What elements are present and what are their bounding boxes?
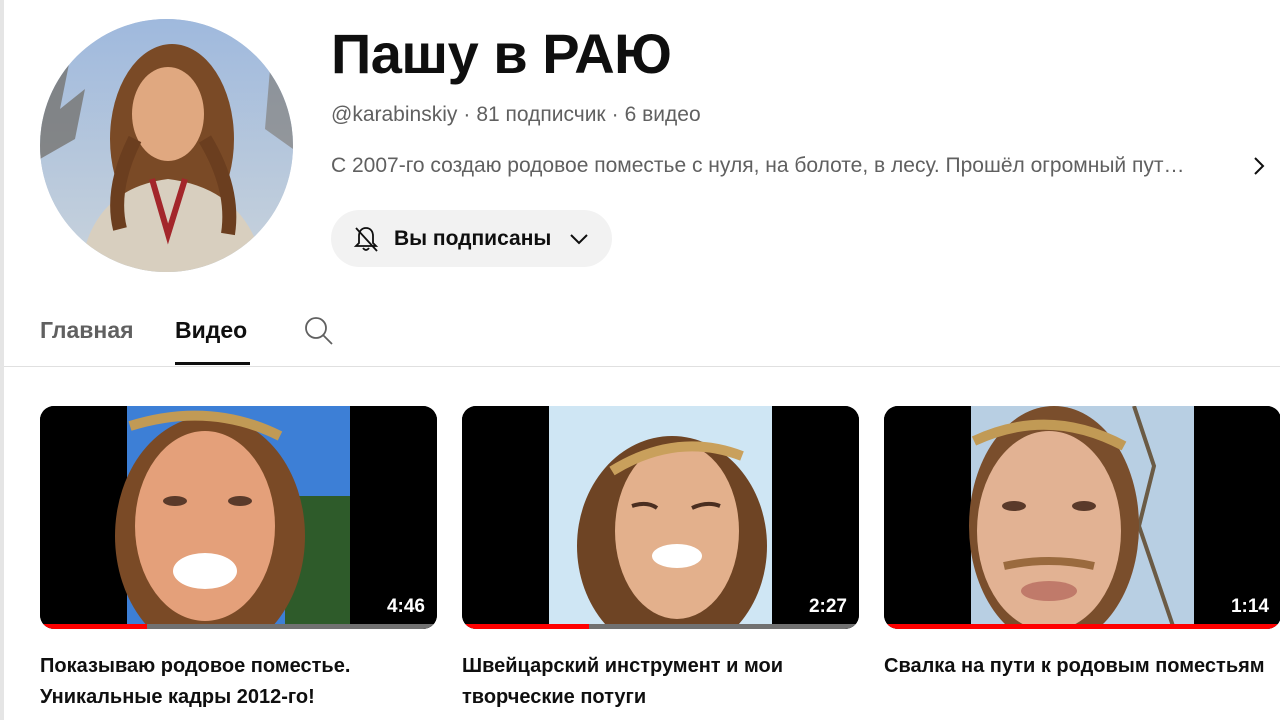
meta-separator: ·: [611, 103, 619, 126]
page-edge: [0, 0, 4, 720]
video-card[interactable]: 4:46 Показываю родовое поместье. Уникаль…: [40, 406, 437, 713]
video-count: 6 видео: [624, 103, 701, 126]
video-title[interactable]: Швейцарский инструмент и мои творческие …: [462, 651, 859, 713]
watch-progress-fill: [462, 624, 590, 629]
tab-videos[interactable]: Видео: [175, 314, 247, 346]
watch-progress-fill: [40, 624, 148, 629]
video-thumbnail[interactable]: 4:46: [40, 406, 437, 629]
bell-off-icon: [353, 226, 379, 252]
subscribed-label: Вы подписаны: [394, 226, 552, 250]
video-card[interactable]: 1:14 Свалка на пути к родовым поместьям: [884, 406, 1280, 682]
tabs-divider: [4, 366, 1280, 367]
avatar-image: [40, 19, 293, 272]
tab-home[interactable]: Главная: [40, 314, 134, 346]
channel-avatar[interactable]: [40, 19, 293, 272]
video-thumbnail[interactable]: 2:27: [462, 406, 859, 629]
meta-separator: ·: [463, 103, 471, 126]
chevron-down-icon: [570, 233, 589, 244]
video-thumbnail[interactable]: 1:14: [884, 406, 1280, 629]
channel-title: Пашу в РАЮ: [331, 22, 672, 85]
chevron-right-icon[interactable]: [1246, 153, 1272, 179]
video-duration: 1:14: [1230, 596, 1269, 617]
subscribed-button[interactable]: Вы подписаны: [331, 210, 612, 267]
video-title[interactable]: Свалка на пути к родовым поместьям: [884, 651, 1280, 682]
thumbnail-image: [462, 406, 859, 629]
subscriber-count: 81 подписчик: [476, 103, 606, 126]
active-tab-indicator: [175, 362, 250, 365]
video-duration: 2:27: [808, 596, 847, 617]
watch-progress-track: [40, 624, 437, 629]
video-duration: 4:46: [386, 596, 425, 617]
channel-handle: @karabinskiy: [331, 103, 458, 126]
channel-description[interactable]: С 2007-го создаю родовое поместье с нуля…: [331, 151, 1184, 181]
video-card[interactable]: 2:27 Швейцарский инструмент и мои творче…: [462, 406, 859, 713]
search-icon[interactable]: [303, 315, 335, 347]
watch-progress-track: [884, 624, 1280, 629]
watch-progress-track: [462, 624, 859, 629]
video-title[interactable]: Показываю родовое поместье. Уникальные к…: [40, 651, 437, 713]
thumbnail-image: [40, 406, 437, 629]
watch-progress-fill: [884, 624, 1280, 629]
thumbnail-image: [884, 406, 1280, 629]
channel-meta: @karabinskiy · 81 подписчик · 6 видео: [331, 101, 701, 129]
